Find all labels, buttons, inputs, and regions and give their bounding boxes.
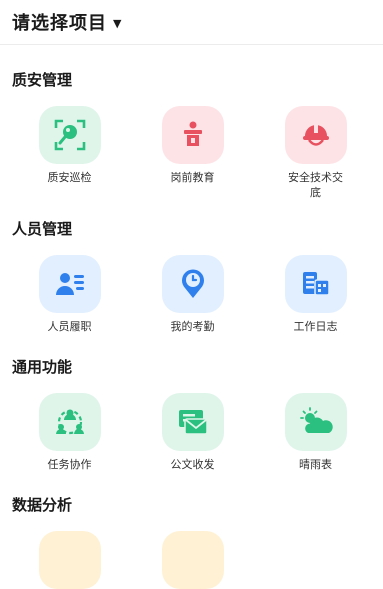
section-title-data-analysis: 数据分析 [12, 496, 73, 514]
section-title-personnel: 人员管理 [12, 220, 73, 238]
item-label: 人员履职 [47, 320, 92, 333]
item-label: 任务协作 [47, 458, 92, 471]
mail-doc-icon [178, 410, 208, 435]
item-task-collaboration[interactable]: 任务协作 [8, 393, 131, 472]
item-work-log[interactable]: 工作日志 [254, 255, 377, 334]
person-info-icon [55, 273, 84, 295]
item-my-attendance[interactable]: 我的考勤 [131, 255, 254, 334]
item-label: 公文收发 [170, 458, 215, 471]
project-selector[interactable]: 请选择项目 ▼ [0, 0, 383, 45]
caret-down-icon: ▼ [113, 16, 122, 30]
item-label: 工作日志 [293, 320, 338, 333]
item-safety-briefing[interactable]: 安全技术交底 [254, 106, 377, 200]
item-weather-chart[interactable]: 晴雨表 [254, 393, 377, 472]
project-selector-title: 请选择项目 [12, 13, 107, 34]
team-collab-icon [55, 409, 84, 435]
podium-icon [183, 121, 202, 146]
item-quality-inspection[interactable]: 质安巡检 [8, 106, 131, 200]
clock-pin-icon [181, 269, 204, 298]
item-document-exchange[interactable]: 公文收发 [131, 393, 254, 472]
item-label: 晴雨表 [299, 458, 332, 471]
item-label: 我的考勤 [170, 320, 215, 333]
sun-cloud-icon [299, 407, 333, 433]
section-title-quality-safety: 质安管理 [12, 71, 73, 89]
search-scan-icon [54, 119, 85, 151]
item-label: 质安巡检 [47, 171, 92, 184]
item-label: 安全技术交底 [288, 171, 343, 199]
item-analysis-1[interactable] [8, 531, 131, 589]
item-label: 岗前教育 [170, 171, 215, 184]
log-report-icon [302, 272, 330, 296]
section-title-general: 通用功能 [12, 358, 73, 376]
safety-helmet-icon [302, 124, 329, 146]
item-analysis-2[interactable] [131, 531, 254, 589]
item-personnel-duty[interactable]: 人员履职 [8, 255, 131, 334]
item-pre-job-education[interactable]: 岗前教育 [131, 106, 254, 200]
